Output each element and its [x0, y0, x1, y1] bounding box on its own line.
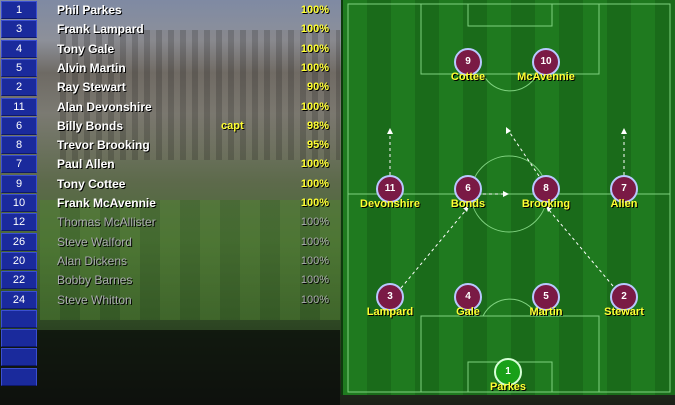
player-token-label: Lampard [366, 306, 414, 318]
squad-list: 1 Phil Parkes 100% 3 Frank Lampard 100% 4 Tony … [0, 0, 335, 392]
player-name: Tony Cottee [57, 176, 126, 191]
player-token-label: Bonds [450, 198, 486, 210]
arrowhead-devonshire [387, 128, 393, 134]
squad-number: 2 [1, 78, 37, 97]
squad-number: 3 [1, 20, 37, 39]
squad-row[interactable]: 4 Tony Gale 100% [0, 39, 335, 59]
squad-row[interactable]: 9 Tony Cottee 100% [0, 174, 335, 194]
player-name: Phil Parkes [57, 3, 122, 17]
squad-row[interactable]: 2 Ray Stewart 90% [0, 78, 335, 97]
player-token-label: Brooking [521, 198, 571, 210]
player-name: Thomas McAllister [57, 215, 156, 230]
empty-slot [1, 348, 37, 367]
player-fitness: 100% [300, 254, 329, 267]
player-fitness: 100% [300, 42, 329, 55]
squad-number: 22 [1, 271, 37, 290]
squad-number: 8 [1, 136, 37, 155]
player-token-label: Gale [456, 306, 480, 318]
squad-row[interactable]: 22 Bobby Barnes 100% [0, 271, 335, 290]
player-token-label: Allen [610, 198, 638, 210]
player-fitness: 98% [306, 119, 329, 132]
arrow-heads [387, 127, 627, 212]
arrowhead-brooking [506, 127, 511, 134]
player-fitness: 100% [300, 293, 329, 306]
player-name: Trevor Brooking [57, 138, 150, 153]
player-name: Billy Bonds [57, 118, 124, 133]
player-fitness: 100% [300, 158, 329, 171]
squad-number: 5 [1, 58, 37, 77]
player-fitness: 100% [300, 100, 329, 113]
movement-arrows [389, 129, 625, 289]
player-token-label: McAvennie [517, 71, 575, 83]
squad-number: 6 [1, 116, 37, 135]
squad-row[interactable]: 8 Trevor Brooking 95% [0, 136, 335, 155]
player-name: Frank Lampard [57, 22, 144, 37]
player-name: Frank McAvennie [57, 196, 156, 210]
squad-row[interactable]: 12 Thomas McAllister 100% [0, 213, 335, 232]
player-name: Steve Walford [57, 234, 132, 249]
squad-row[interactable]: 5 Alvin Martin 100% [0, 58, 335, 78]
squad-row[interactable]: 26 Steve Walford 100% [0, 232, 335, 252]
player-fitness: 100% [300, 274, 329, 287]
squad-number: 1 [1, 1, 37, 19]
player-token-label: Devonshire [360, 198, 420, 210]
squad-number: 10 [1, 194, 37, 212]
empty-slot [1, 309, 37, 328]
empty-slot [1, 367, 37, 386]
squad-number: 24 [1, 290, 37, 309]
arrow-lampard [400, 209, 467, 289]
player-fitness: 100% [300, 235, 329, 248]
squad-number: 7 [1, 155, 37, 174]
squad-number: 20 [1, 251, 37, 270]
player-fitness: 100% [300, 197, 329, 209]
arrowhead-bonds [503, 191, 509, 197]
player-fitness: 95% [306, 139, 329, 152]
squad-number: 4 [1, 39, 37, 58]
squad-row[interactable]: 10 Frank McAvennie 100% [0, 194, 335, 213]
squad-row[interactable]: 7 Paul Allen 100% [0, 155, 335, 174]
squad-number: 26 [1, 232, 37, 251]
player-name: Alvin Martin [57, 60, 126, 75]
player-name: Ray Stewart [57, 80, 126, 95]
tactics-pitch: 9 Cottee 10 McAvennie 11 Devonshire 6 Bonds 8 Bro… [341, 0, 675, 395]
player-name: Tony Gale [57, 41, 115, 56]
player-fitness: 100% [300, 4, 329, 16]
squad-row[interactable]: 20 Alan Dickens 100% [0, 251, 335, 271]
player-token-label: Cottee [450, 71, 486, 83]
arrow-brooking [507, 129, 540, 177]
player-token-label: Martin [529, 306, 563, 318]
squad-row[interactable]: 1 Phil Parkes 100% [0, 1, 335, 20]
player-role: capt [221, 119, 244, 132]
player-name: Bobby Barnes [57, 273, 133, 288]
player-name: Alan Dickens [57, 253, 128, 268]
squad-row[interactable]: 3 Frank Lampard 100% [0, 20, 335, 39]
player-token-label: Stewart [604, 306, 644, 318]
squad-row[interactable]: 11 Alan Devonshire 100% [0, 97, 335, 117]
player-fitness: 90% [306, 81, 329, 94]
player-name: Alan Devonshire [57, 99, 152, 114]
squad-number: 11 [1, 97, 37, 116]
squad-number: 12 [1, 213, 37, 232]
squad-row[interactable]: 6 Billy Bonds capt 98% [0, 116, 335, 136]
top-six-yard-box [467, 3, 553, 27]
arrow-stewart [548, 209, 614, 287]
top-penalty-box [420, 3, 600, 75]
squad-row[interactable]: 24 Steve Whitton 100% [0, 290, 335, 310]
player-fitness: 100% [300, 216, 329, 229]
player-fitness: 100% [300, 177, 329, 190]
player-token-label: Parkes [489, 381, 527, 393]
player-name: Paul Allen [57, 157, 115, 172]
player-fitness: 100% [300, 61, 329, 74]
arrowhead-allen [621, 128, 627, 134]
squad-number: 9 [1, 174, 37, 193]
empty-slot [1, 329, 37, 348]
player-fitness: 100% [300, 23, 329, 36]
player-name: Steve Whitton [57, 292, 132, 307]
